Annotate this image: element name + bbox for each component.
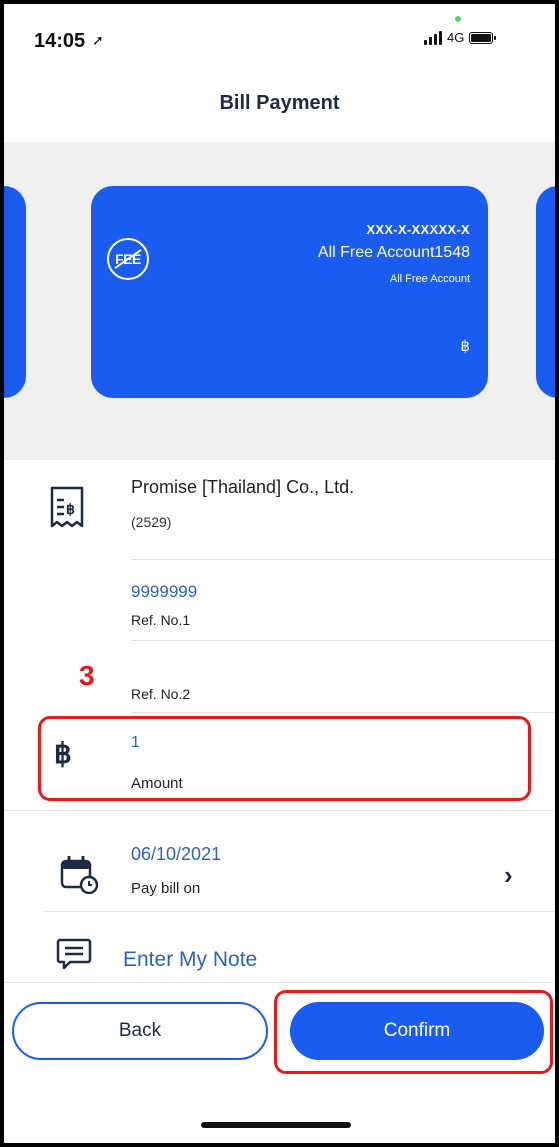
amount-highlight-box <box>38 716 531 801</box>
previous-account-card[interactable] <box>4 186 26 398</box>
no-fee-icon: FEE <box>107 238 149 280</box>
pay-date-value[interactable]: 06/10/2021 <box>131 844 221 865</box>
status-bar: 14:05 ➚ 4G <box>4 4 555 74</box>
step-number-annotation: 3 <box>79 660 95 691</box>
enter-note-link[interactable]: Enter My Note <box>123 948 257 972</box>
message-note-icon <box>56 937 92 978</box>
phone-screen: 14:05 ➚ 4G Bill Payment FEE XXX-X-XXXXX-… <box>4 4 555 1143</box>
divider <box>4 810 555 811</box>
account-carousel[interactable]: FEE XXX-X-XXXXX-X All Free Account1548 A… <box>4 142 555 460</box>
ref1-value[interactable]: 9999999 <box>131 582 197 602</box>
account-name: All Free Account1548 <box>317 244 470 261</box>
signal-group: 4G <box>424 30 497 45</box>
status-time: 14:05 <box>34 30 86 52</box>
divider <box>44 911 555 912</box>
green-indicator-dot <box>455 16 461 22</box>
page-title: Bill Payment <box>219 92 340 114</box>
pay-date-label: Pay bill on <box>131 880 201 897</box>
location-arrow-icon: ➚ <box>92 32 104 48</box>
account-type: All Free Account <box>389 273 470 285</box>
chevron-right-icon[interactable]: › <box>504 860 513 891</box>
bill-receipt-icon: ฿ <box>50 486 84 535</box>
confirm-highlight-box <box>274 990 553 1074</box>
next-account-card[interactable] <box>536 186 555 398</box>
ref1-label: Ref. No.1 <box>131 612 191 628</box>
divider <box>131 712 555 713</box>
divider <box>131 559 555 560</box>
biller-code: (2529) <box>131 514 172 530</box>
account-number: XXX-X-XXXXX-X <box>366 222 470 237</box>
ref2-label: Ref. No.2 <box>131 686 191 702</box>
calendar-clock-icon <box>60 855 100 901</box>
divider <box>131 640 555 641</box>
svg-text:฿: ฿ <box>66 501 75 517</box>
account-currency: ฿ <box>460 338 470 355</box>
home-indicator <box>201 1122 351 1128</box>
divider <box>4 982 555 983</box>
battery-icon <box>469 31 497 44</box>
biller-name: Promise [Thailand] Co., Ltd. <box>131 477 355 497</box>
signal-bars-icon <box>424 30 442 45</box>
network-type: 4G <box>447 30 465 45</box>
back-button[interactable]: Back <box>12 1002 268 1060</box>
account-card[interactable]: FEE XXX-X-XXXXX-X All Free Account1548 A… <box>91 186 488 398</box>
